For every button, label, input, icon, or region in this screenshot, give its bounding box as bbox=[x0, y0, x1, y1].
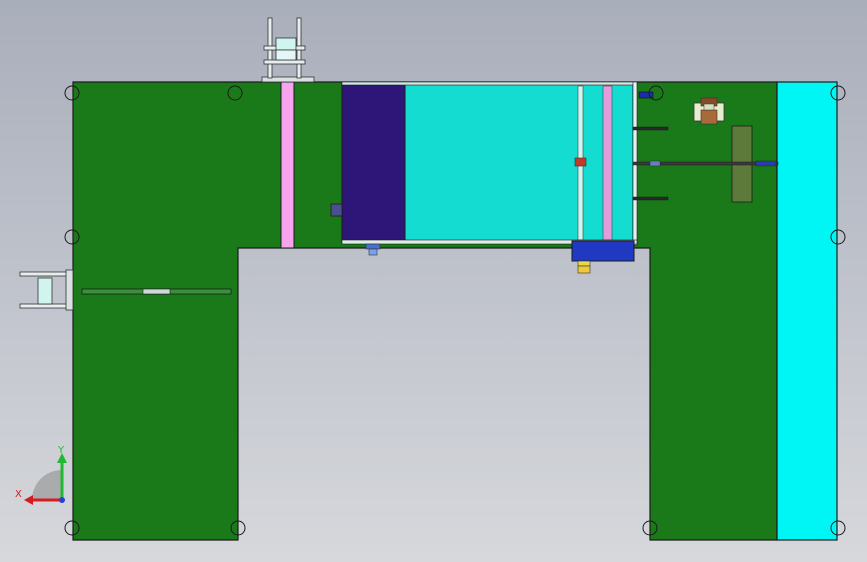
drive-motor-block[interactable] bbox=[341, 81, 406, 244]
left-spool-assembly[interactable] bbox=[19, 269, 74, 311]
triad-y-label: Y bbox=[57, 445, 65, 456]
horizontal-guide-slot[interactable] bbox=[81, 288, 232, 295]
tank-top-rim bbox=[341, 81, 638, 86]
view-triad-icon[interactable]: Y X bbox=[15, 445, 67, 505]
motor-knob[interactable] bbox=[365, 243, 381, 256]
guide-bar-lower[interactable] bbox=[632, 196, 669, 201]
triad-x-label: X bbox=[15, 489, 22, 500]
triad-z-axis bbox=[59, 497, 65, 503]
guide-bar-upper[interactable] bbox=[632, 126, 669, 131]
tank-chamber[interactable] bbox=[404, 83, 634, 242]
rod-clamp[interactable] bbox=[574, 157, 587, 167]
base-connector[interactable] bbox=[577, 260, 591, 274]
tank-pink-rod[interactable] bbox=[602, 85, 613, 241]
cad-viewport[interactable]: Y X bbox=[0, 0, 867, 562]
pink-slot-strip[interactable] bbox=[280, 81, 295, 249]
motor-side-tab[interactable] bbox=[330, 203, 343, 217]
cad-model-scene[interactable]: Y X bbox=[0, 0, 867, 562]
top-spool-assembly[interactable] bbox=[261, 17, 315, 83]
right-side-panel[interactable] bbox=[776, 81, 838, 541]
tank-base-block[interactable] bbox=[571, 240, 635, 262]
triad-x-arrow bbox=[24, 495, 33, 505]
